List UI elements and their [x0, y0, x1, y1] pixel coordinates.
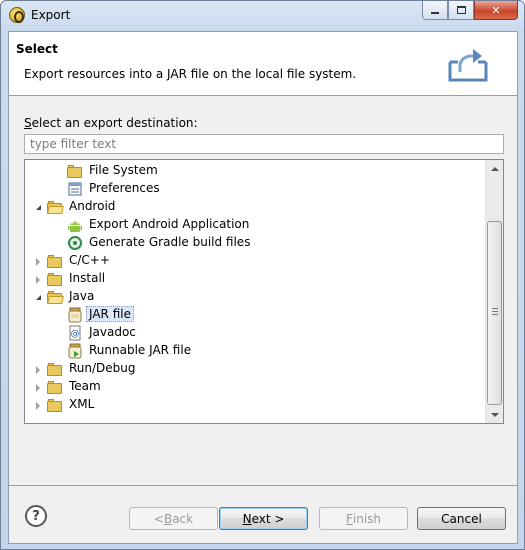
close-icon: ✕: [491, 3, 501, 17]
minimize-button[interactable]: [422, 1, 448, 20]
folder-open-icon: [47, 291, 64, 304]
tree-item-label: Runnable JAR file: [89, 343, 192, 357]
tree-item-label: Team: [69, 379, 101, 393]
tree-item[interactable]: Runnable JAR file: [25, 342, 485, 360]
tree-item[interactable]: C/C++: [25, 252, 485, 270]
export-wizard-icon: [448, 49, 488, 82]
vertical-scrollbar[interactable]: [485, 160, 503, 423]
tree-item-label: XML: [69, 397, 95, 411]
tree-item[interactable]: JAR file: [25, 306, 485, 324]
folder-icon: [47, 399, 63, 412]
gradle-icon: [67, 235, 83, 251]
tree-item-label: Javadoc: [89, 325, 136, 339]
javadoc-icon: @: [67, 325, 83, 341]
tree-item-label: Android: [69, 199, 116, 213]
android-icon: [67, 217, 83, 233]
tree-item-label: Generate Gradle build files: [89, 235, 251, 249]
tree-item-label: Export Android Application: [89, 217, 250, 231]
scroll-down-button[interactable]: [486, 406, 503, 423]
collapsed-arrow-icon[interactable]: [36, 258, 40, 266]
tree-item-label: C/C++: [69, 253, 110, 267]
tree-item-label: Preferences: [89, 181, 160, 195]
tree-item[interactable]: XML: [25, 396, 485, 414]
grip-icon: [492, 308, 498, 315]
destination-label: Select an export destination:: [24, 116, 198, 130]
destination-tree[interactable]: File System Preferences Android Export Andr…: [24, 159, 504, 424]
scrollbar-thumb[interactable]: [487, 221, 502, 405]
tree-item[interactable]: @ Javadoc: [25, 324, 485, 342]
collapsed-arrow-icon[interactable]: [36, 366, 40, 374]
runnable-jar-icon: [67, 343, 83, 359]
page-description: Export resources into a JAR file on the …: [24, 67, 357, 81]
tree-item[interactable]: File System: [25, 162, 485, 180]
scroll-up-button[interactable]: [486, 160, 503, 177]
tree-item-label: Install: [69, 271, 106, 285]
folder-icon: [67, 165, 83, 178]
dialog-client-area: Select Export resources into a JAR file …: [8, 31, 518, 544]
tree-body: File System Preferences Android Export Andr…: [25, 160, 485, 423]
window-title: Export: [31, 8, 71, 22]
maximize-icon: [456, 6, 466, 14]
tree-item[interactable]: Team: [25, 378, 485, 396]
tree-item[interactable]: Run/Debug: [25, 360, 485, 378]
next-button[interactable]: Next >: [219, 507, 308, 530]
folder-open-icon: [47, 201, 64, 214]
tree-item[interactable]: Install: [25, 270, 485, 288]
export-window: Export ✕ Select Export resources into a …: [0, 0, 525, 550]
tree-item[interactable]: Preferences: [25, 180, 485, 198]
collapsed-arrow-icon[interactable]: [36, 384, 40, 392]
chevron-down-icon: [490, 412, 499, 417]
tree-item[interactable]: Java: [25, 288, 485, 306]
page-title: Select: [16, 42, 58, 56]
footer-separator: [9, 485, 517, 486]
wizard-header: Select Export resources into a JAR file …: [9, 32, 517, 96]
back-button[interactable]: < Back: [129, 507, 218, 530]
filter-input[interactable]: [24, 134, 504, 154]
expanded-arrow-icon[interactable]: [36, 295, 41, 300]
maximize-button[interactable]: [448, 1, 474, 20]
help-icon: ?: [32, 508, 40, 524]
tree-item[interactable]: Android: [25, 198, 485, 216]
finish-button[interactable]: Finish: [319, 507, 408, 530]
chevron-up-icon: [490, 166, 499, 171]
eclipse-app-icon: [9, 7, 25, 23]
folder-icon: [47, 381, 63, 394]
tree-item[interactable]: Generate Gradle build files: [25, 234, 485, 252]
tree-item-label: JAR file: [86, 306, 134, 322]
tree-item[interactable]: Export Android Application: [25, 216, 485, 234]
collapsed-arrow-icon[interactable]: [36, 402, 40, 410]
close-button[interactable]: ✕: [474, 1, 518, 20]
expanded-arrow-icon[interactable]: [36, 205, 41, 210]
collapsed-arrow-icon[interactable]: [36, 276, 40, 284]
tree-item-label: File System: [89, 163, 158, 177]
preferences-icon: [67, 181, 83, 197]
title-bar[interactable]: Export ✕: [1, 1, 524, 31]
minimize-icon: [431, 12, 439, 14]
folder-icon: [47, 363, 63, 376]
window-controls: ✕: [422, 1, 518, 21]
cancel-button[interactable]: Cancel: [417, 507, 506, 530]
jar-icon: [67, 307, 83, 323]
tree-item-label: Run/Debug: [69, 361, 136, 375]
tree-item-label: Java: [69, 289, 95, 303]
folder-icon: [47, 255, 63, 268]
folder-icon: [47, 273, 63, 286]
help-button[interactable]: ?: [25, 505, 47, 527]
svg-text:@: @: [71, 329, 80, 339]
